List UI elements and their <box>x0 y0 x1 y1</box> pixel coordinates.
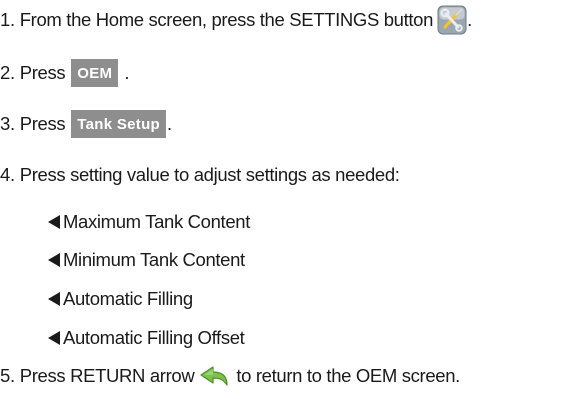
step-number: 1. <box>0 9 15 30</box>
step-number: 4. <box>0 164 15 185</box>
left-triangle-icon <box>48 215 60 229</box>
step-3: 3. Press Tank Setup . <box>0 109 172 139</box>
sub-item-label: Maximum Tank Content <box>63 211 250 232</box>
step-1: 1. From the Home screen, press the SETTI… <box>0 5 472 35</box>
tank-setup-button: Tank Setup <box>71 110 167 138</box>
left-triangle-icon <box>48 253 60 267</box>
step-5: 5. Press RETURN arrow to return to the O… <box>0 361 460 391</box>
left-triangle-icon <box>48 331 60 345</box>
step-4: 4. Press setting value to adjust setting… <box>0 160 400 190</box>
step-number: 2. <box>0 62 15 83</box>
step-text: From the Home screen, press the SETTINGS… <box>19 9 434 30</box>
step-text-end: to return to the OEM screen. <box>236 365 460 386</box>
return-arrow-icon <box>198 364 232 388</box>
step-punctuation: . <box>467 9 472 30</box>
step-number: 3. <box>0 113 15 134</box>
oem-button: OEM <box>71 59 119 87</box>
sub-item-label: Minimum Tank Content <box>63 249 245 270</box>
sub-item: Automatic Filling <box>48 284 193 314</box>
sub-item-label: Automatic Filling Offset <box>63 327 245 348</box>
step-punctuation: . <box>124 62 130 83</box>
step-text: Press setting value to adjust settings a… <box>19 164 400 185</box>
step-text: Press <box>19 113 66 134</box>
sub-item-label: Automatic Filling <box>63 288 193 309</box>
sub-item: Automatic Filling Offset <box>48 323 245 353</box>
step-text: Press <box>19 62 66 83</box>
settings-icon <box>437 5 467 35</box>
step-text: Press RETURN arrow <box>19 365 195 386</box>
step-punctuation: . <box>167 113 172 134</box>
sub-item: Minimum Tank Content <box>48 245 245 275</box>
sub-item: Maximum Tank Content <box>48 207 250 237</box>
left-triangle-icon <box>48 292 60 306</box>
step-2: 2. Press OEM . <box>0 58 129 88</box>
step-number: 5. <box>0 365 15 386</box>
